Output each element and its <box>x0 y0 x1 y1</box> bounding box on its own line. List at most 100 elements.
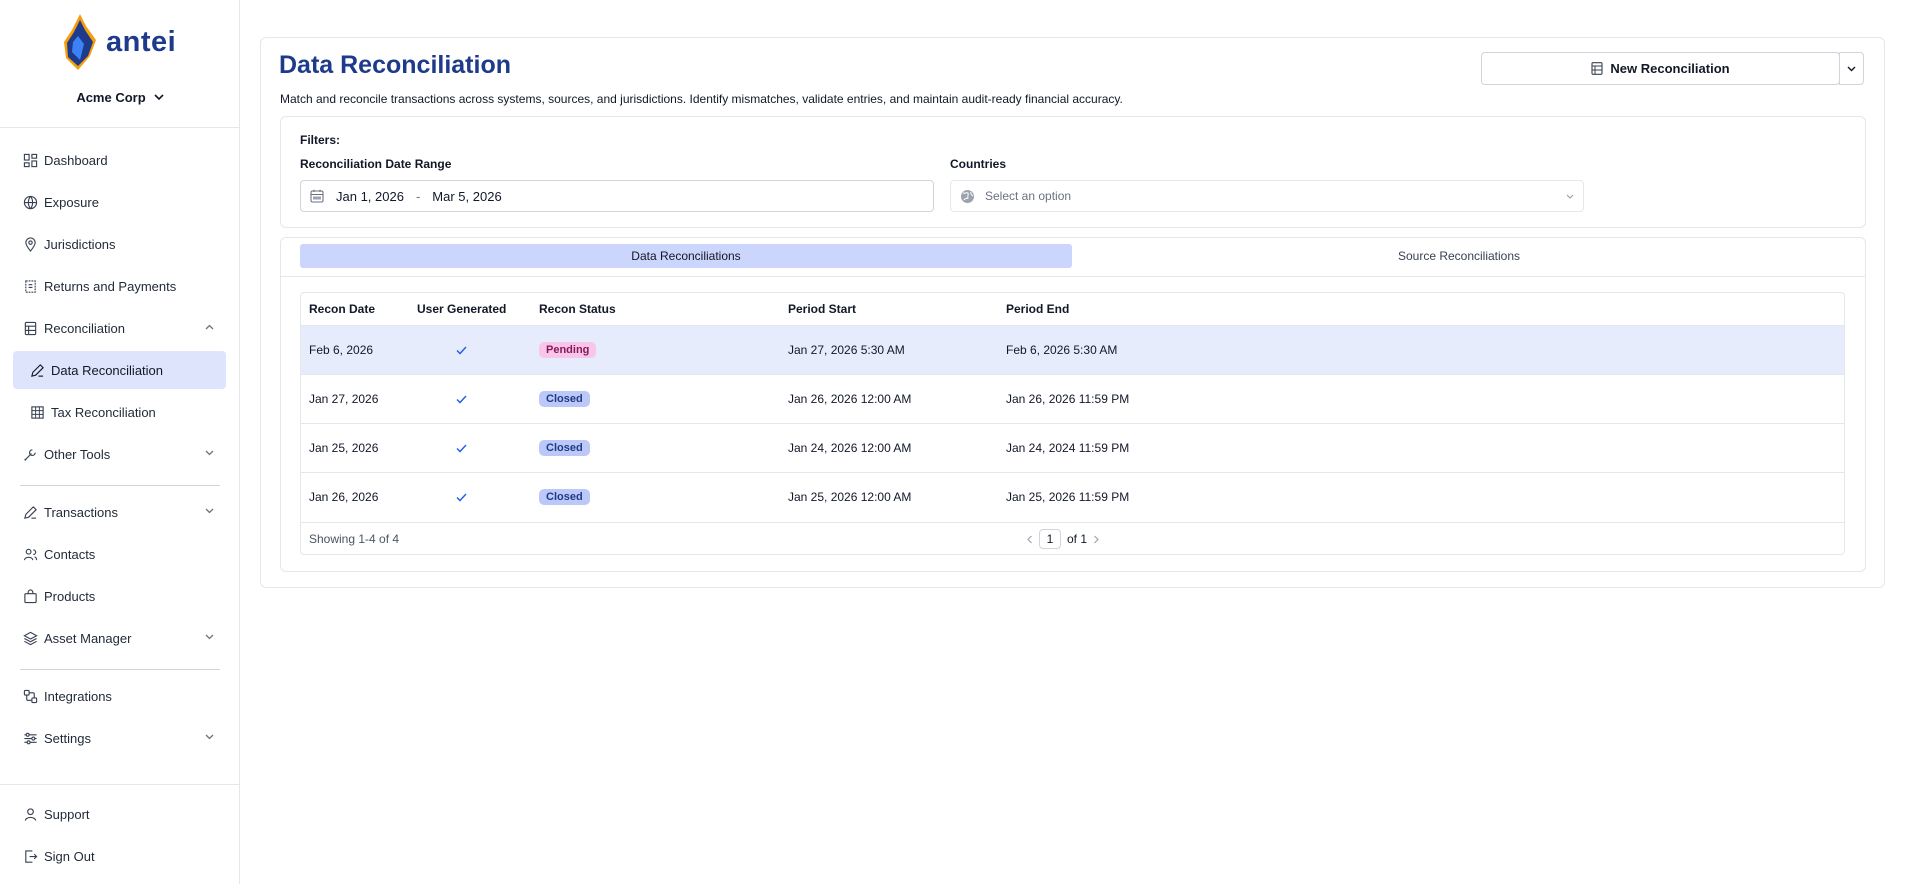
status-cell: Pending <box>539 326 597 374</box>
date-end[interactable]: Mar 5, 2026 <box>432 189 501 204</box>
sidebar-item-label: Contacts <box>44 546 96 562</box>
sidebar-item-settings[interactable]: Settings <box>13 719 226 757</box>
recon-date-cell: Jan 26, 2026 <box>309 490 379 504</box>
chevron-left-icon[interactable] <box>1026 535 1033 544</box>
new-reconciliation-dropdown[interactable] <box>1839 52 1864 85</box>
period-start-cell: Jan 25, 2026 12:00 AM <box>788 490 912 504</box>
table-row[interactable]: Jan 27, 2026 Closed Jan 26, 2026 12:00 A… <box>301 374 1844 423</box>
chevron-up-icon <box>205 324 214 330</box>
date-start[interactable]: Jan 1, 2026 <box>336 189 404 204</box>
sidebar-item-label: Exposure <box>44 194 99 210</box>
antei-logo-icon <box>64 14 96 70</box>
dashboard-icon <box>23 153 38 167</box>
globe-icon <box>23 195 38 209</box>
sidebar-item-other-tools[interactable]: Other Tools <box>13 435 226 473</box>
sidebar-item-data-reconciliation[interactable]: Data Reconciliation <box>13 351 226 389</box>
date-range-label: Reconciliation Date Range <box>300 157 452 171</box>
sidebar-item-dashboard[interactable]: Dashboard <box>13 141 226 179</box>
period-end-cell: Jan 24, 2024 11:59 PM <box>1006 441 1130 455</box>
user-icon <box>24 807 37 821</box>
sidebar-item-label: Sign Out <box>44 848 95 864</box>
column-header-recon-date[interactable]: Recon Date <box>309 293 375 325</box>
column-header-period-start[interactable]: Period Start <box>788 293 856 325</box>
sidebar-item-label: Transactions <box>44 504 118 520</box>
tab-source-reconciliations[interactable]: Source Reconciliations <box>1073 244 1845 268</box>
pencil-ruler-icon <box>31 363 44 377</box>
shopping-bag-icon <box>24 588 37 603</box>
sidebar-item-support[interactable]: Support <box>13 795 226 833</box>
countries-select[interactable]: Select an option <box>950 180 1584 212</box>
sidebar-item-label: Products <box>44 588 96 604</box>
sidebar-item-label: Asset Manager <box>44 630 132 646</box>
showing-count: Showing 1-4 of 4 <box>309 532 400 546</box>
table-icon <box>31 405 44 419</box>
table-row[interactable]: Jan 25, 2026 Closed Jan 24, 2026 12:00 A… <box>301 423 1844 472</box>
sidebar-item-tax-reconciliation[interactable]: Tax Reconciliation <box>13 393 226 431</box>
sidebar-item-asset-manager[interactable]: Asset Manager <box>13 619 226 657</box>
sidebar-item-label: Dashboard <box>44 152 108 168</box>
date-separator: - <box>415 188 421 204</box>
table-row[interactable]: Jan 26, 2026 Closed Jan 25, 2026 12:00 A… <box>301 472 1844 521</box>
recon-date-cell: Jan 25, 2026 <box>309 441 379 455</box>
sidebar-item-sign-out[interactable]: Sign Out <box>13 837 226 875</box>
chevron-down-icon <box>205 734 214 740</box>
app-name: antei <box>106 25 177 58</box>
calendar-icon <box>310 189 324 203</box>
column-header-period-end[interactable]: Period End <box>1006 293 1069 325</box>
chevron-right-icon[interactable] <box>1093 535 1100 544</box>
user-generated-cell <box>456 326 467 374</box>
status-cell: Closed <box>539 375 590 423</box>
sidebar-item-reconciliation[interactable]: Reconciliation <box>13 309 226 347</box>
logo[interactable]: antei <box>62 14 176 70</box>
pagination: 1 of 1 <box>1026 523 1100 554</box>
sidebar-item-transactions[interactable]: Transactions <box>13 493 226 531</box>
date-range-picker[interactable]: Jan 1, 2026 - Mar 5, 2026 <box>300 180 934 212</box>
sidebar-item-contacts[interactable]: Contacts <box>13 535 226 573</box>
integrations-icon <box>23 689 38 703</box>
chevron-down-icon <box>205 634 214 640</box>
sidebar-item-label: Jurisdictions <box>44 236 116 252</box>
chevron-down-icon <box>205 450 214 456</box>
recon-date-cell: Jan 27, 2026 <box>309 392 379 406</box>
tab-data-reconciliations[interactable]: Data Reconciliations <box>300 244 1072 268</box>
check-icon <box>456 443 467 453</box>
status-badge: Pending <box>539 342 597 358</box>
period-end-cell: Jan 25, 2026 11:59 PM <box>1006 490 1130 504</box>
pencil-icon <box>24 505 37 519</box>
period-end-cell: Jan 26, 2026 11:59 PM <box>1006 392 1130 406</box>
reconciliations-table: Recon Date User Generated Recon Status P… <box>300 292 1845 555</box>
sidebar-item-jurisdictions[interactable]: Jurisdictions <box>13 225 226 263</box>
new-reconciliation-button[interactable]: New Reconciliation <box>1481 52 1840 85</box>
divider <box>20 669 220 670</box>
table-footer: Showing 1-4 of 4 1 of 1 <box>301 522 1844 554</box>
column-header-user-generated[interactable]: User Generated <box>417 293 506 325</box>
map-pin-icon <box>25 236 36 252</box>
check-icon <box>456 492 467 502</box>
status-cell: Closed <box>539 473 590 521</box>
calculator-icon <box>1591 62 1603 75</box>
user-generated-cell <box>456 424 467 472</box>
status-badge: Closed <box>539 440 590 456</box>
sidebar-item-label: Returns and Payments <box>44 278 177 294</box>
sidebar-item-returns-and-payments[interactable]: Returns and Payments <box>13 267 226 305</box>
chevron-down-icon <box>1566 194 1574 199</box>
sidebar-item-label: Other Tools <box>44 446 111 462</box>
period-start-cell: Jan 27, 2026 5:30 AM <box>788 343 905 357</box>
org-name: Acme Corp <box>76 90 146 105</box>
column-header-recon-status[interactable]: Recon Status <box>539 293 616 325</box>
globe-icon <box>961 189 974 203</box>
sidebar-item-exposure[interactable]: Exposure <box>13 183 226 221</box>
check-icon <box>456 394 467 404</box>
sign-out-icon <box>25 849 38 863</box>
table-row[interactable]: Feb 6, 2026 Pending Jan 27, 2026 5:30 AM… <box>301 325 1844 374</box>
sidebar-item-integrations[interactable]: Integrations <box>13 677 226 715</box>
page-subtitle: Match and reconcile transactions across … <box>280 92 1123 106</box>
period-start-cell: Jan 26, 2026 12:00 AM <box>788 392 912 406</box>
sidebar-item-label: Settings <box>44 730 91 746</box>
page-number-input[interactable]: 1 <box>1039 529 1061 549</box>
sidebar-item-products[interactable]: Products <box>13 577 226 615</box>
page-total: of 1 <box>1067 532 1088 546</box>
divider <box>20 485 220 486</box>
countries-placeholder: Select an option <box>985 189 1072 203</box>
org-switcher[interactable]: Acme Corp <box>0 90 240 105</box>
